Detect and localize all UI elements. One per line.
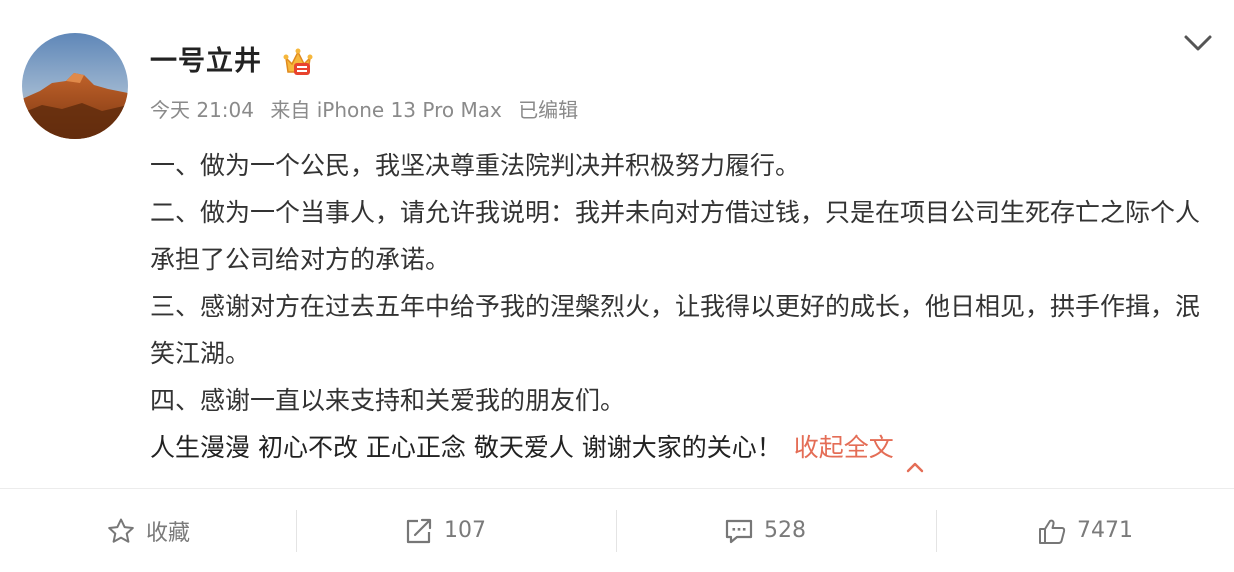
paragraph-3: 三、感谢对方在过去五年中给予我的涅槃烈火，让我得以更好的成长，他日相见，拱手作揖…	[150, 292, 1201, 368]
avatar[interactable]	[22, 33, 128, 139]
chevron-up-icon[interactable]	[904, 442, 926, 473]
post-content: 一、做为一个公民，我坚决尊重法院判决并积极努力履行。 二、做为一个当事人，请允许…	[150, 142, 1210, 473]
paragraph-2: 二、做为一个当事人，请允许我说明：我并未向对方借过钱，只是在项目公司生死存亡之际…	[150, 198, 1201, 274]
chevron-down-icon[interactable]	[1178, 30, 1218, 56]
edited-label[interactable]: 已编辑	[518, 98, 578, 122]
post-source: 来自 iPhone 13 Pro Max	[270, 98, 502, 122]
like-count: 7471	[1077, 518, 1133, 543]
star-icon	[108, 518, 134, 543]
post-meta: 今天 21:04 来自 iPhone 13 Pro Max 已编辑	[150, 96, 578, 124]
closing-line: 人生漫漫 初心不改 正心正念 敬天爱人 谢谢大家的关心！ 收起全文	[150, 424, 1210, 473]
comment-icon	[725, 519, 753, 543]
repost-button[interactable]: 107	[297, 489, 593, 572]
comment-count: 528	[764, 518, 806, 543]
favorite-button[interactable]: 收藏	[0, 489, 296, 572]
paragraph-1: 一、做为一个公民，我坚决尊重法院判决并积极努力履行。	[150, 151, 801, 180]
repost-icon	[406, 518, 432, 543]
collapse-text-link[interactable]: 收起全文	[794, 433, 894, 462]
comment-button[interactable]: 528	[617, 489, 913, 572]
action-bar: 收藏 107 528 7471	[0, 489, 1234, 572]
username[interactable]: 一号立井	[150, 46, 262, 78]
repost-count: 107	[444, 518, 486, 543]
favorite-label: 收藏	[145, 520, 190, 546]
avatar-image	[22, 33, 128, 139]
thumbs-up-icon	[1039, 519, 1066, 544]
weibo-post: 一号立井 今天 21:04 来自 iPhone 13 Pro Max 已编辑 一…	[0, 0, 1234, 488]
paragraph-4: 四、感谢一直以来支持和关爱我的朋友们。	[150, 386, 626, 415]
like-button[interactable]: 7471	[937, 489, 1233, 572]
closing-text: 人生漫漫 初心不改 正心正念 敬天爱人 谢谢大家的关心！	[150, 433, 782, 462]
crown-badge-icon	[282, 46, 318, 78]
post-time[interactable]: 今天 21:04	[150, 98, 254, 122]
